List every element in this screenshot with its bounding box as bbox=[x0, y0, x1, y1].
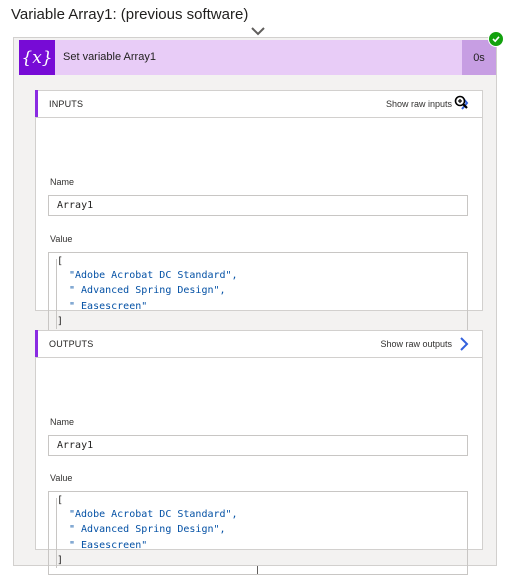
array-item: " Advanced Spring Design", bbox=[69, 285, 226, 296]
outputs-section: OUTPUTS Show raw outputs Name Array1 Val… bbox=[35, 330, 483, 575]
inputs-name-field: Array1 bbox=[48, 195, 468, 216]
flow-connector bbox=[257, 566, 258, 574]
inputs-value-label: Value bbox=[50, 234, 73, 244]
outputs-value-label: Value bbox=[50, 473, 73, 483]
inputs-section: INPUTS Show raw inputs Name Array1 Value… bbox=[35, 90, 483, 336]
array-item: " Advanced Spring Design", bbox=[69, 524, 226, 535]
array-close-bracket: ] bbox=[57, 555, 64, 566]
inputs-value-field: [ "Adobe Acrobat DC Standard", " Advance… bbox=[48, 252, 468, 336]
array-open-bracket: [ bbox=[57, 256, 64, 267]
outputs-name-field: Array1 bbox=[48, 435, 468, 456]
array-close-bracket: ] bbox=[57, 316, 64, 327]
array-item: " Easescreen" bbox=[69, 301, 148, 312]
show-raw-outputs-link[interactable]: Show raw outputs bbox=[380, 339, 452, 349]
outputs-value-field: [ "Adobe Acrobat DC Standard", " Advance… bbox=[48, 491, 468, 575]
array-item: "Adobe Acrobat DC Standard", bbox=[69, 270, 238, 281]
action-title: Set variable Array1 bbox=[63, 51, 156, 63]
inputs-name-label: Name bbox=[50, 177, 75, 187]
page-title: Variable Array1: (previous software) bbox=[11, 6, 249, 23]
outputs-header: OUTPUTS Show raw outputs bbox=[35, 330, 482, 358]
outputs-name-label: Name bbox=[50, 417, 75, 427]
array-item: " Easescreen" bbox=[69, 540, 148, 551]
outputs-label: OUTPUTS bbox=[49, 339, 94, 349]
inputs-label: INPUTS bbox=[49, 99, 84, 109]
chevron-right-icon[interactable] bbox=[454, 334, 474, 354]
array-item: "Adobe Acrobat DC Standard", bbox=[69, 509, 238, 520]
action-card: {x} Set variable Array1 0s INPUTS Show r… bbox=[13, 37, 497, 575]
array-open-bracket: [ bbox=[57, 495, 64, 506]
chevron-down-icon bbox=[251, 27, 265, 36]
action-header[interactable]: {x} Set variable Array1 0s bbox=[19, 40, 496, 75]
success-check-icon bbox=[488, 31, 504, 47]
zoom-cursor-icon[interactable] bbox=[454, 94, 474, 114]
inputs-header: INPUTS Show raw inputs bbox=[35, 90, 482, 118]
show-raw-inputs-link[interactable]: Show raw inputs bbox=[386, 99, 452, 109]
variable-icon: {x} bbox=[19, 40, 55, 75]
